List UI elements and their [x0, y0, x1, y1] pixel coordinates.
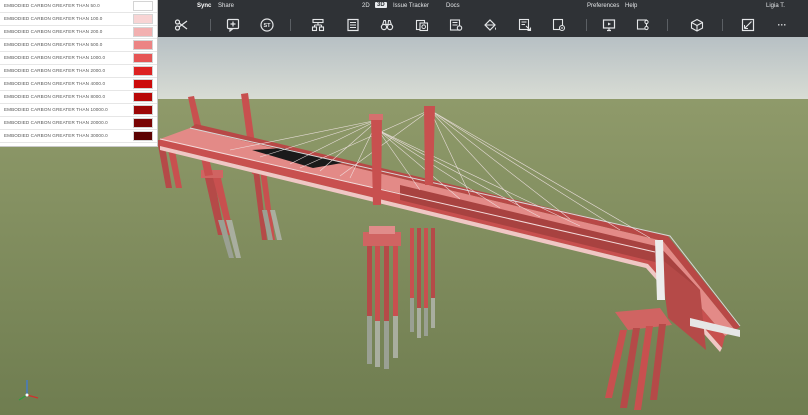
legend-item: EMBODIED CARBON GREATER THAN 1000.0	[0, 52, 157, 65]
binoculars-icon[interactable]	[378, 16, 396, 34]
legend-swatch	[133, 131, 153, 141]
add-comment-icon[interactable]	[224, 16, 242, 34]
legend-swatch	[133, 53, 153, 63]
tree-icon[interactable]	[309, 16, 327, 34]
legend-label: EMBODIED CARBON GREATER THAN 100.0	[4, 16, 103, 21]
legend-item: EMBODIED CARBON GREATER THAN 20000.0	[0, 117, 157, 130]
legend-item: EMBODIED CARBON GREATER THAN 500.0	[0, 39, 157, 52]
legend-item: EMBODIED CARBON GREATER THAN 200.0	[0, 26, 157, 39]
legend-item: EMBODIED CARBON GREATER THAN 10000.0	[0, 104, 157, 117]
tower-main-1-cap	[369, 114, 383, 120]
legend-item: EMBODIED CARBON GREATER THAN 2000.0	[0, 65, 157, 78]
toolbar-separator	[586, 19, 587, 31]
clip-icon[interactable]	[550, 16, 568, 34]
more-icon[interactable]: ···	[773, 16, 791, 34]
legend-item: EMBODIED CARBON GREATER THAN 50.0	[0, 0, 157, 13]
share-tab[interactable]: Share	[218, 3, 234, 9]
issue-tracker-tab[interactable]: Issue Tracker	[393, 3, 429, 9]
legend-swatch	[133, 92, 153, 102]
legend-item: EMBODIED CARBON GREATER THAN 100.0	[0, 13, 157, 26]
legend-item: EMBODIED CARBON GREATER THAN 8000.0	[0, 91, 157, 104]
legend-swatch	[133, 118, 153, 128]
st-label: ST	[263, 23, 271, 29]
view-2d-tab[interactable]: 2D	[362, 3, 370, 9]
legend-label: EMBODIED CARBON GREATER THAN 500.0	[4, 42, 103, 47]
sync-tab[interactable]: Sync	[197, 3, 211, 9]
properties-icon[interactable]	[344, 16, 362, 34]
view-3d-tab[interactable]: 3D	[375, 2, 387, 8]
legend-item: EMBODIED CARBON GREATER THAN 30000.0	[0, 130, 157, 143]
section-icon[interactable]	[739, 16, 757, 34]
paint-bucket-icon[interactable]	[481, 16, 499, 34]
cut-icon[interactable]	[634, 16, 652, 34]
preferences-link[interactable]: Preferences	[587, 3, 619, 9]
legend-label: EMBODIED CARBON GREATER THAN 10000.0	[4, 107, 108, 112]
filter-icon[interactable]	[516, 16, 534, 34]
toolbar-separator	[290, 19, 291, 31]
embodied-carbon-legend: EMBODIED CARBON GREATER THAN 50.0 EMBODI…	[0, 0, 158, 147]
legend-label: EMBODIED CARBON GREATER THAN 4000.0	[4, 81, 106, 86]
sheets-icon[interactable]	[413, 16, 431, 34]
legend-label: EMBODIED CARBON GREATER THAN 1000.0	[4, 55, 106, 60]
user-menu[interactable]: Ligia T.	[766, 3, 785, 9]
legend-swatch	[133, 66, 153, 76]
toolbar-separator	[210, 19, 211, 31]
legend-label: EMBODIED CARBON GREATER THAN 2000.0	[4, 68, 106, 73]
legend-item: EMBODIED CARBON GREATER THAN 4000.0	[0, 78, 157, 91]
box-icon[interactable]	[688, 16, 706, 34]
legend-swatch	[133, 27, 153, 37]
legend-swatch	[133, 1, 153, 11]
measure-icon[interactable]	[447, 16, 465, 34]
st-icon[interactable]: ST	[258, 16, 276, 34]
docs-tab[interactable]: Docs	[446, 3, 460, 9]
legend-label: EMBODIED CARBON GREATER THAN 20000.0	[4, 120, 108, 125]
toolbar-separator	[722, 19, 723, 31]
legend-swatch	[133, 105, 153, 115]
scissors-icon[interactable]	[172, 16, 190, 34]
screen-icon[interactable]	[600, 16, 618, 34]
legend-swatch	[133, 14, 153, 24]
help-link[interactable]: Help	[625, 3, 637, 9]
legend-label: EMBODIED CARBON GREATER THAN 50.0	[4, 3, 100, 8]
toolbar-separator	[667, 19, 668, 31]
legend-label: EMBODIED CARBON GREATER THAN 200.0	[4, 29, 103, 34]
legend-swatch	[133, 40, 153, 50]
legend-label: EMBODIED CARBON GREATER THAN 8000.0	[4, 94, 106, 99]
legend-label: EMBODIED CARBON GREATER THAN 30000.0	[4, 133, 108, 138]
legend-swatch	[133, 79, 153, 89]
